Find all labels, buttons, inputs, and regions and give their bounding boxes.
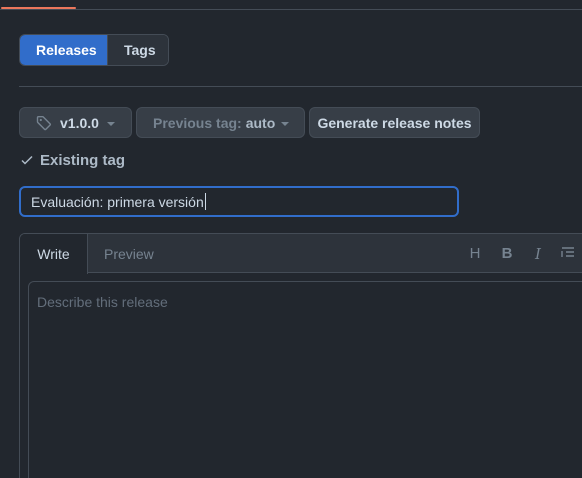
text-cursor bbox=[204, 193, 206, 210]
previous-tag-button[interactable]: Previous tag: auto bbox=[136, 107, 305, 138]
releases-tags-toggle: Releases Tags bbox=[19, 34, 169, 66]
tab-preview[interactable]: Preview bbox=[104, 234, 154, 274]
tab-write[interactable]: Write bbox=[20, 234, 88, 274]
tag-button-label: v1.0.0 bbox=[60, 114, 99, 131]
italic-button[interactable]: I bbox=[529, 244, 547, 264]
release-body-placeholder: Describe this release bbox=[37, 294, 168, 310]
release-notes-editor: Write Preview H B I Describe this releas… bbox=[19, 233, 582, 478]
release-body-textarea[interactable]: Describe this release bbox=[28, 281, 582, 478]
releases-tab[interactable]: Releases bbox=[20, 35, 107, 65]
existing-tag-label: Existing tag bbox=[40, 151, 126, 169]
check-icon bbox=[20, 153, 34, 167]
chevron-down-icon bbox=[281, 122, 289, 126]
release-title-input[interactable]: Evaluación: primera versión bbox=[19, 186, 459, 217]
release-title-value: Evaluación: primera versión bbox=[31, 193, 204, 210]
bold-button[interactable]: B bbox=[498, 244, 516, 264]
quote-icon[interactable] bbox=[559, 244, 577, 264]
tags-tab[interactable]: Tags bbox=[107, 35, 168, 65]
tag-icon bbox=[36, 115, 52, 131]
previous-tag-prefix: Previous tag: bbox=[153, 114, 242, 131]
chevron-down-icon bbox=[107, 122, 115, 126]
section-divider bbox=[19, 86, 582, 87]
choose-tag-button[interactable]: v1.0.0 bbox=[19, 107, 132, 138]
previous-tag-value: auto bbox=[245, 114, 276, 131]
heading-button[interactable]: H bbox=[466, 244, 484, 264]
active-nav-indicator bbox=[1, 7, 76, 9]
editor-toolbar: Write Preview H B I bbox=[20, 234, 582, 274]
release-form-page: Releases Tags v1.0.0 Previous tag: auto … bbox=[0, 0, 582, 478]
top-nav-strip bbox=[0, 0, 582, 10]
existing-tag-status: Existing tag bbox=[20, 150, 125, 170]
generate-release-notes-button[interactable]: Generate release notes bbox=[309, 107, 480, 138]
